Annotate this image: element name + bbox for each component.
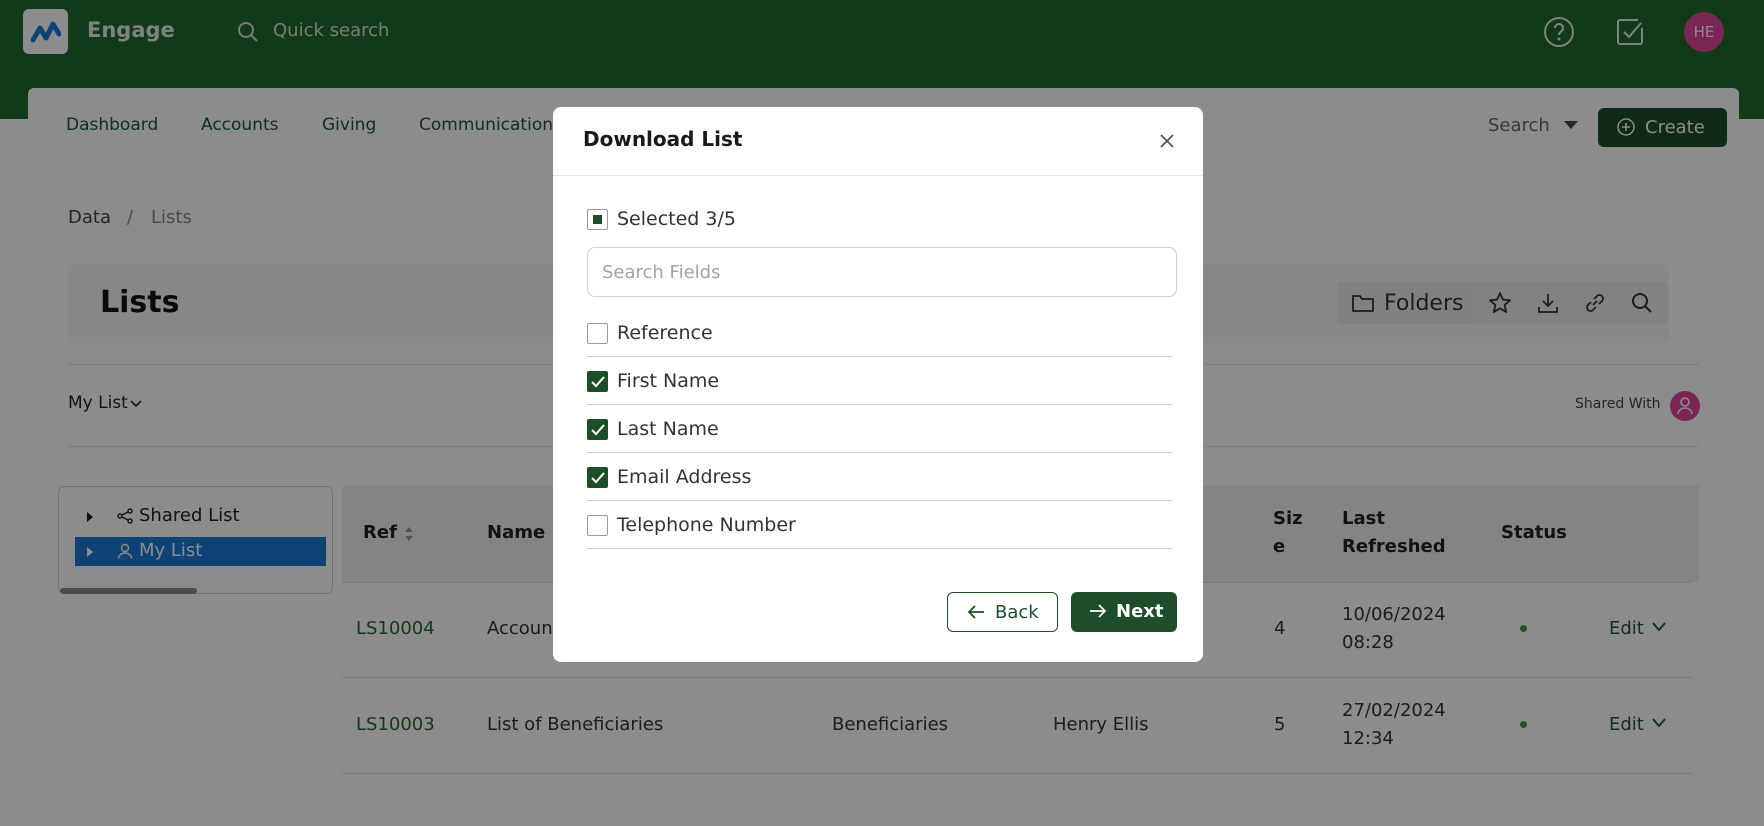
field-checkbox-email-address[interactable] (587, 467, 608, 488)
select-all-checkbox[interactable] (587, 209, 608, 230)
field-label: Telephone Number (617, 514, 796, 536)
next-button-label: Next (1116, 601, 1164, 622)
check-icon (591, 472, 605, 484)
close-icon[interactable] (1159, 133, 1175, 149)
download-list-dialog: Download List Selected 3/5 Reference Fir… (553, 107, 1203, 662)
field-label: Last Name (617, 418, 719, 440)
field-checkbox-first-name[interactable] (587, 371, 608, 392)
field-checkbox-telephone-number[interactable] (587, 515, 608, 536)
divider (587, 356, 1172, 357)
check-icon (591, 376, 605, 388)
next-button[interactable]: Next (1071, 592, 1177, 632)
divider (587, 452, 1172, 453)
selected-count-label: Selected 3/5 (617, 208, 736, 230)
arrow-right-icon (1090, 604, 1107, 618)
divider (587, 404, 1172, 405)
field-checkbox-reference[interactable] (587, 323, 608, 344)
divider (553, 175, 1203, 176)
field-label: Reference (617, 322, 713, 344)
dialog-title: Download List (583, 127, 743, 151)
back-button-label: Back (995, 602, 1039, 623)
divider (587, 548, 1172, 549)
search-fields-input[interactable] (587, 247, 1177, 297)
field-label: Email Address (617, 466, 752, 488)
field-label: First Name (617, 370, 720, 392)
arrow-left-icon (967, 605, 984, 619)
divider (587, 500, 1172, 501)
back-button[interactable]: Back (947, 592, 1058, 632)
check-icon (591, 424, 605, 436)
field-checkbox-last-name[interactable] (587, 419, 608, 440)
